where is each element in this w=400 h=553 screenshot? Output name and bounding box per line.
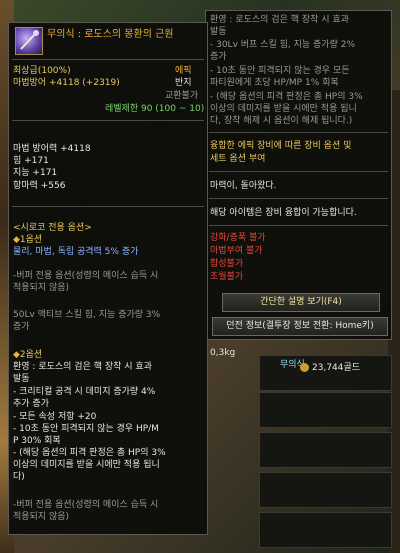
divider <box>12 206 204 207</box>
item-level-limit: 레벨제한 90 (100 ~ 10) <box>105 104 205 114</box>
restriction-text: 마법부여 불가 <box>210 246 263 256</box>
inventory-slot[interactable] <box>259 512 392 548</box>
option-line: 이상의 데미지를 받을 시에만 적용 됩니 <box>13 460 160 470</box>
tooltip-line: 발동 <box>210 27 227 37</box>
option-line: 증가 <box>13 322 30 332</box>
option-gem-icon: ◆ <box>13 235 20 245</box>
exclusive-option-header: <시로코 전용 옵션> <box>13 223 92 233</box>
fusion-available-text: 해당 아이템은 장비 융합이 가능합니다. <box>210 208 357 218</box>
item-trade-status: 교환불가 <box>165 91 199 101</box>
item-tooltip-continued: 환영 : 로도스의 검은 핵 장착 시 효과 발동 - 30Lv 버프 스킬 힘… <box>205 10 392 340</box>
option-line: 물리, 마법, 독립 공격력 5% 증가 <box>13 247 139 257</box>
tooltip-line: 환영 : 로도스의 검은 핵 장착 시 효과 <box>210 15 349 25</box>
divider <box>209 132 388 133</box>
item-tooltip: 무의식 : 로도스의 몽환의 근원 최상급(100%) 에픽 마법방어 +411… <box>8 22 208 535</box>
divider <box>209 198 388 199</box>
item-slot-type: 반지 <box>175 78 192 88</box>
option-line: 추가 증가 <box>13 399 49 409</box>
tooltip-line: - 30Lv 버프 스킬 힘, 지능 증가량 2% <box>210 40 356 50</box>
item-main-stat: 마법방어 +4118 (+2319) <box>13 78 120 88</box>
inventory-slot[interactable] <box>259 392 392 428</box>
inventory-slot[interactable] <box>259 432 392 468</box>
dungeon-info-button[interactable]: 던전 정보(결투장 정보 전환: Home키) <box>212 317 388 336</box>
option-line: - 10초 동안 피격되지 않는 경우 HP/M <box>13 424 159 434</box>
stat-line: 마법 방어력 +4118 <box>13 144 91 154</box>
buffer-note: -버퍼 전용 옵션(성령의 메이스 습득 시 <box>13 500 159 510</box>
option-line: 발동 <box>13 374 30 384</box>
fusion-option-line: 세트 옵션 부여 <box>210 154 266 164</box>
buffer-note: 적용되지 않음) <box>13 283 70 293</box>
option-line: - 크리티컬 공격 시 데미지 증가량 4% <box>13 387 156 397</box>
buffer-note: -버퍼 전용 옵션(성령의 메이스 습득 시 <box>13 271 159 281</box>
option1-header-text: 1옵션 <box>19 235 43 245</box>
restriction-text: 강화/증폭 불가 <box>210 233 266 243</box>
divider <box>12 59 204 60</box>
option2-header-text: 2옵션 <box>19 350 43 360</box>
option-line: P 30% 회복 <box>13 436 61 446</box>
divider <box>209 225 388 226</box>
stat-line: 항마력 +556 <box>13 181 66 191</box>
fusion-option-line: 융합한 에픽 장비에 따른 장비 옵션 및 <box>210 141 352 151</box>
divider <box>12 120 204 121</box>
stat-line: 지능 +171 <box>13 168 58 178</box>
gold-text: 23,744골드 <box>312 363 361 373</box>
restriction-text: 초월불가 <box>210 272 244 282</box>
tooltip-line: 다, 장착 해제 시 옵션이 해제 됩니다.) <box>210 116 353 126</box>
restriction-text: 합성불가 <box>210 259 244 269</box>
option-line: - 모든 속성 저항 +20 <box>13 412 97 422</box>
option-line: 다) <box>13 472 25 482</box>
inventory-slot[interactable] <box>259 472 392 508</box>
item-grade: 최상급(100%) <box>13 66 71 76</box>
item-weight: 0,3kg <box>210 348 236 358</box>
flavor-text: 마력이, 돌아왔다. <box>210 181 277 191</box>
tooltip-line: 증가 <box>210 52 227 62</box>
option-line: - (해당 옵션의 피격 판정은 총 HP의 3% <box>13 448 166 458</box>
tooltip-line: 파티원에게 초당 HP/MP 1% 회복 <box>210 78 339 88</box>
option-header: ◆1옵션 <box>13 235 42 246</box>
tooltip-line: - (해당 옵션의 피격 판정은 총 HP의 3% <box>210 92 363 102</box>
tooltip-line: 이상의 데미지를 받을 시에만 적용 됩니 <box>210 104 357 114</box>
tooltip-line: - 10초 동안 피격되지 않는 경우 모든 <box>210 66 350 76</box>
divider <box>209 171 388 172</box>
stat-line: 힘 +171 <box>13 156 49 166</box>
item-name: 무의식 : 로도스의 몽환의 근원 <box>47 29 174 40</box>
gold-coin-icon <box>300 363 309 372</box>
item-rarity: 에픽 <box>175 66 192 76</box>
weapon-staff-icon <box>15 27 43 55</box>
gold-amount: 23,744골드 <box>300 363 360 374</box>
option-header: ◆2옵션 <box>13 350 42 361</box>
option-line: 50Lv 액티브 스킬 힘, 지능 증가량 3% <box>13 310 161 320</box>
buffer-note: 적용되지 않음) <box>13 512 70 522</box>
brief-description-button[interactable]: 간단한 설명 보기(F4) <box>222 293 380 312</box>
option-line: 환영 : 로도스의 검은 핵 장착 시 효과 <box>13 362 152 372</box>
option-gem-icon: ◆ <box>13 350 20 360</box>
